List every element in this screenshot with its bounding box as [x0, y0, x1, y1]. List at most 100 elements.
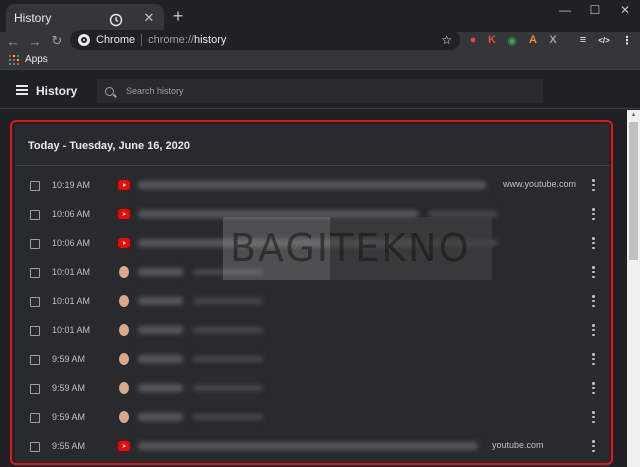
more-actions-icon[interactable] [592, 237, 595, 249]
row-checkbox[interactable] [30, 181, 40, 191]
back-button[interactable]: ← [4, 32, 22, 50]
apps-grid-icon[interactable] [9, 54, 19, 65]
row-checkbox[interactable] [30, 210, 40, 220]
scroll-up-arrow-icon[interactable]: ▲ [629, 111, 638, 120]
blurred-domain [193, 385, 263, 391]
visit-time: 10:01 AM [52, 325, 91, 335]
history-row[interactable]: 10:01 AM [15, 287, 610, 316]
blurred-page-title[interactable] [138, 181, 486, 189]
k-extension-icon[interactable]: K [485, 33, 499, 47]
close-window-button[interactable]: ✕ [610, 0, 640, 20]
blurred-page-title[interactable] [138, 268, 183, 276]
row-checkbox[interactable] [30, 326, 40, 336]
search-placeholder: Search history [126, 86, 184, 96]
minimize-button[interactable]: — [550, 0, 580, 20]
tab-history[interactable]: History ✕ [6, 4, 164, 32]
page-title: History [36, 84, 78, 98]
avatar-favicon-icon [119, 266, 129, 278]
bookmark-apps[interactable]: Apps [25, 54, 48, 65]
row-checkbox[interactable] [30, 297, 40, 307]
row-checkbox[interactable] [30, 413, 40, 423]
visit-time: 9:55 AM [52, 441, 86, 451]
scrollbar-thumb[interactable] [629, 122, 638, 260]
history-row[interactable]: 10:01 AM [15, 316, 610, 345]
visit-time: 10:01 AM [52, 267, 91, 277]
blurred-domain [193, 356, 263, 362]
watermark-left: BAGI [223, 217, 330, 280]
address-bar[interactable]: Chrome chrome://history ☆ [70, 30, 460, 50]
forward-button[interactable]: → [26, 32, 44, 50]
more-actions-icon[interactable] [592, 382, 595, 394]
tab-strip: History ✕ + — ☐ ✕ [0, 0, 640, 32]
a-extension-icon[interactable]: A [526, 33, 540, 47]
blurred-page-title[interactable] [138, 442, 478, 450]
code-extension-icon[interactable]: </> [597, 33, 611, 47]
blurred-page-title[interactable] [138, 297, 183, 305]
more-actions-icon[interactable] [592, 295, 595, 307]
avatar-favicon-icon [119, 353, 129, 365]
search-input[interactable]: Search history [97, 79, 543, 103]
history-card: Today - Tuesday, June 16, 2020 10:19 AM w… [15, 124, 610, 467]
visit-time: 10:06 AM [52, 238, 91, 248]
url-text[interactable]: chrome://history [148, 34, 441, 46]
row-domain: www.youtube.com [503, 179, 577, 189]
x-extension-icon[interactable]: X [546, 33, 560, 47]
visit-time: 9:59 AM [52, 383, 86, 393]
avatar-favicon-icon [119, 411, 129, 423]
bookmark-star-icon[interactable]: ☆ [441, 33, 452, 47]
omnibox-separator [141, 34, 143, 46]
playlist-icon[interactable]: ≡ [576, 33, 590, 47]
more-actions-icon[interactable] [592, 179, 595, 191]
tab-close-icon[interactable]: ✕ [142, 10, 156, 26]
youtube-favicon-icon [118, 180, 130, 190]
more-actions-icon[interactable] [592, 440, 595, 452]
watermark: BAGI TEKNO [223, 217, 492, 280]
blurred-page-title[interactable] [138, 355, 183, 363]
more-actions-icon[interactable] [592, 324, 595, 336]
omnibox-chip: Chrome [96, 34, 136, 46]
more-actions-icon[interactable] [592, 411, 595, 423]
visit-time: 9:59 AM [52, 412, 86, 422]
chrome-site-icon [78, 34, 90, 46]
youtube-favicon-icon [118, 238, 130, 248]
row-checkbox[interactable] [30, 442, 40, 452]
search-icon [105, 86, 114, 96]
reload-button[interactable]: ↻ [48, 32, 66, 50]
history-row[interactable]: 9:59 AM [15, 374, 610, 403]
divider [15, 165, 610, 166]
visit-time: 9:59 AM [52, 354, 86, 364]
row-domain: youtube.com [492, 440, 544, 450]
blurred-domain [193, 298, 263, 304]
blurred-page-title[interactable] [138, 326, 183, 334]
row-checkbox[interactable] [30, 355, 40, 365]
history-row[interactable]: 10:19 AM www.youtube.com [15, 171, 610, 200]
avatar-favicon-icon [119, 382, 129, 394]
row-checkbox[interactable] [30, 268, 40, 278]
row-checkbox[interactable] [30, 384, 40, 394]
avatar-favicon-icon [119, 295, 129, 307]
visit-time: 10:19 AM [52, 180, 91, 190]
new-tab-button[interactable]: + [170, 7, 186, 25]
more-actions-icon[interactable] [592, 266, 595, 278]
avatar-favicon-icon [119, 324, 129, 336]
youtube-favicon-icon [118, 209, 130, 219]
row-checkbox[interactable] [30, 239, 40, 249]
history-row[interactable]: 9:59 AM [15, 345, 610, 374]
hamburger-menu-icon[interactable] [16, 85, 28, 95]
blurred-domain [193, 327, 263, 333]
blurred-page-title[interactable] [138, 384, 183, 392]
maximize-button[interactable]: ☐ [580, 0, 610, 20]
history-row[interactable]: 9:55 AM youtube.com [15, 432, 610, 461]
globe-extension-icon[interactable]: ◉ [505, 33, 519, 47]
shield-extension-icon[interactable]: ● [466, 33, 480, 47]
history-row[interactable]: 9:59 AM [15, 403, 610, 432]
history-header: History Search history [0, 71, 640, 109]
more-actions-icon[interactable] [592, 208, 595, 220]
history-clock-icon [109, 13, 123, 27]
kebab-menu-icon[interactable]: ⋮ [620, 33, 634, 47]
blurred-page-title[interactable] [138, 413, 183, 421]
watermark-right: TEKNO [330, 217, 492, 280]
youtube-favicon-icon [118, 441, 130, 451]
visit-time: 10:06 AM [52, 209, 91, 219]
more-actions-icon[interactable] [592, 353, 595, 365]
